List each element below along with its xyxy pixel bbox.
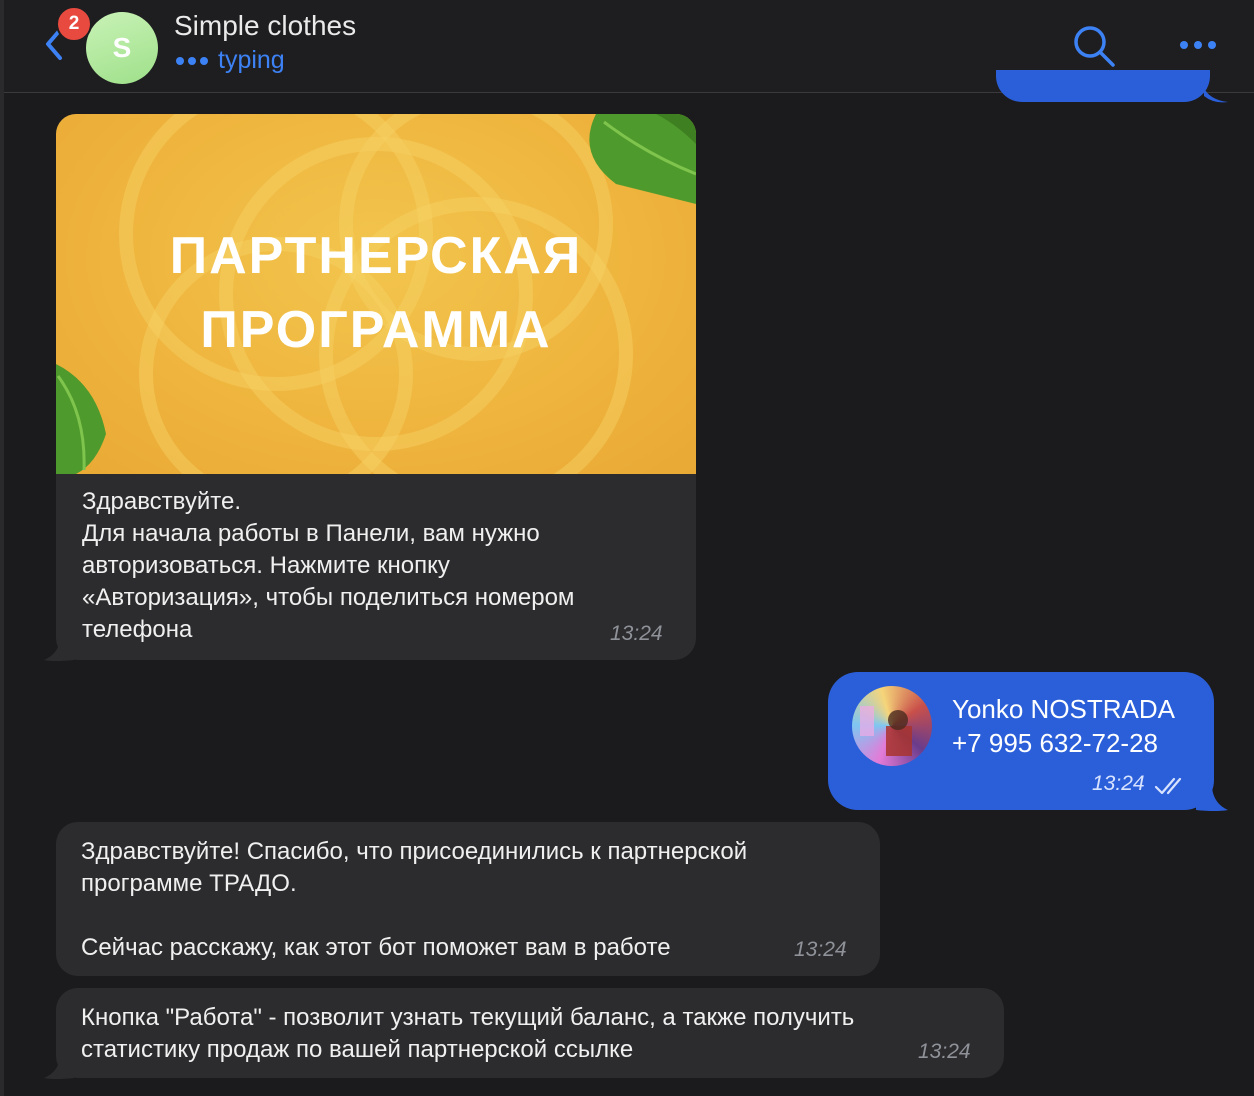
contact-photo [860, 706, 912, 756]
unread-badge: 2 [56, 6, 92, 42]
message-text: Здравствуйте! Спасибо, что присоединилис… [81, 838, 748, 961]
typing-dots-icon [176, 56, 208, 65]
window-edge [0, 0, 4, 1096]
message-time: 13:24 [918, 1040, 971, 1063]
contact-avatar[interactable] [852, 686, 932, 766]
previous-outgoing-bubble [996, 70, 1210, 102]
message-time: 13:24 [1092, 772, 1145, 795]
promo-title-line1: ПАРТНЕРСКАЯ [169, 227, 583, 285]
promo-pattern [56, 114, 696, 474]
chat-title[interactable]: Simple clothes [174, 10, 356, 42]
status-text: typing [218, 46, 285, 74]
dot [1194, 41, 1202, 49]
promo-image[interactable]: ПАРТНЕРСКАЯ ПРОГРАММА [56, 114, 696, 474]
dot [1208, 41, 1216, 49]
bubble-tail [1196, 788, 1228, 811]
more-options-button[interactable] [1180, 30, 1224, 60]
bubble-tail [44, 640, 74, 661]
double-check-icon [1154, 777, 1182, 795]
contact-phone[interactable]: +7 995 632-72-28 [952, 728, 1158, 759]
contact-name[interactable]: Yonko NOSTRADA [952, 694, 1175, 725]
bubble-tail [44, 1058, 74, 1079]
leaf-icon [56, 364, 106, 474]
typing-status: typing [176, 46, 285, 75]
message-time: 13:24 [794, 938, 847, 961]
search-icon [1074, 26, 1115, 67]
promo-title-line2: ПРОГРАММА [200, 301, 552, 359]
message-text: Кнопка "Работа" - позволит узнать текущи… [81, 1004, 855, 1063]
dot [1180, 41, 1188, 49]
bubble-tail [1204, 88, 1228, 103]
avatar[interactable]: S [86, 12, 158, 84]
search-button[interactable] [1070, 22, 1118, 70]
chat-avatar-container[interactable]: S 2 [56, 6, 160, 84]
message-text: Здравствуйте. Для начала работы в Панели… [82, 488, 575, 643]
message-time: 13:24 [610, 622, 663, 645]
